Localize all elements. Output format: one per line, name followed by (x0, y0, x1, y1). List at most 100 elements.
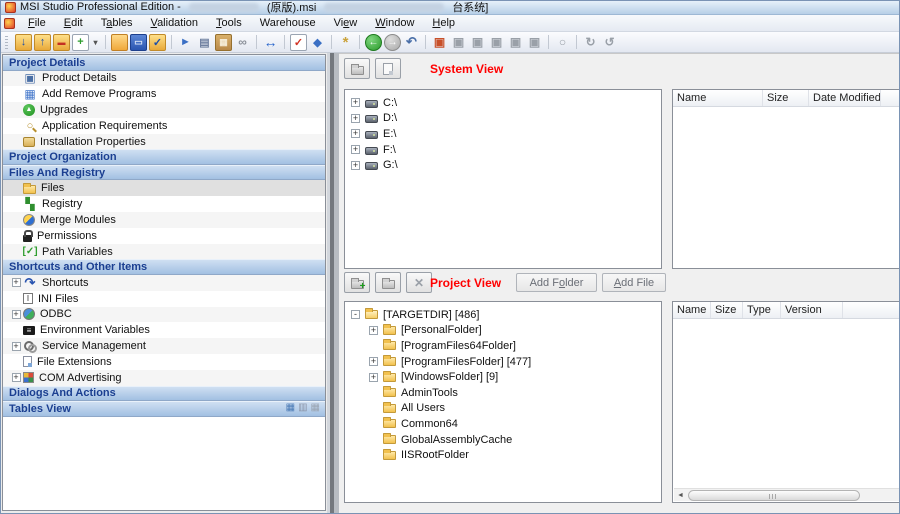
sidebar-item-add-remove-programs[interactable]: Add Remove Programs (3, 86, 325, 102)
section-files-and-registry[interactable]: Files And Registry (3, 165, 325, 181)
menu-item[interactable]: Warehouse (251, 16, 325, 30)
wizard-wand-icon[interactable]: * (337, 34, 354, 51)
reload-icon[interactable]: ↺ (601, 34, 618, 51)
expander-icon[interactable]: + (351, 114, 360, 123)
column-header[interactable]: Date Modified (809, 90, 881, 106)
menu-item[interactable]: Help (423, 16, 464, 30)
expander-icon[interactable]: - (351, 310, 360, 319)
section-project-organization[interactable]: Project Organization (3, 149, 325, 165)
expander-icon[interactable]: + (351, 98, 360, 107)
sidebar-item-path-variables[interactable]: Path Variables (3, 244, 325, 260)
search-icon[interactable]: ○ (554, 34, 571, 51)
tree-item-targetdir[interactable]: - [TARGETDIR] [486] (347, 307, 659, 323)
new-file-icon[interactable]: + (72, 34, 89, 51)
column-header[interactable]: Name (673, 90, 763, 106)
tree-item-personalfolder[interactable]: + [PersonalFolder] (347, 323, 659, 339)
new-folder-button[interactable] (344, 272, 370, 293)
tree-item-drive-c[interactable]: + C:\ (347, 95, 659, 111)
sidebar-item-application-requirements[interactable]: Application Requirements (3, 118, 325, 134)
menu-item[interactable]: Window (366, 16, 423, 30)
scrollbar-thumb[interactable] (688, 490, 860, 501)
deploy-red-icon[interactable]: ▣ (431, 34, 448, 51)
tree-item-all-users[interactable]: All Users (347, 401, 659, 417)
deploy-gray-3-icon[interactable]: ▣ (488, 34, 505, 51)
tree-item-programfiles64folder[interactable]: [ProgramFiles64Folder] (347, 338, 659, 354)
expander-icon[interactable]: + (351, 161, 360, 170)
tree-item-drive-e[interactable]: + E:\ (347, 126, 659, 142)
sidebar-item-registry[interactable]: Registry (3, 196, 325, 212)
menu-item[interactable]: Tables (92, 16, 142, 30)
menu-item[interactable]: Tools (207, 16, 251, 30)
open-project-icon[interactable] (111, 34, 128, 51)
build-icon[interactable]: ◆ (309, 34, 326, 51)
expander-icon[interactable]: + (369, 373, 378, 382)
delete-button[interactable] (406, 272, 432, 293)
menu-item[interactable]: File (19, 16, 55, 30)
column-header[interactable]: Size (711, 302, 743, 318)
sync-arrows-icon[interactable]: ↔ (262, 34, 279, 51)
add-file-button[interactable] (375, 58, 401, 79)
import-update-icon[interactable]: ✓ (149, 34, 166, 51)
tree-item-admintools[interactable]: AdminTools (347, 385, 659, 401)
expander-icon[interactable]: + (351, 129, 360, 138)
sidebar-item-com-advertising[interactable]: + COM Advertising (3, 370, 325, 386)
save-icon[interactable]: ▭ (130, 34, 147, 51)
open-package-icon[interactable]: ▬ (53, 34, 70, 51)
sidebar-item-product-details[interactable]: Product Details (3, 71, 325, 87)
move-file-icon[interactable]: ► (177, 34, 194, 51)
expander-icon[interactable]: + (12, 342, 21, 351)
back-icon[interactable]: ← (365, 34, 382, 51)
validate-icon[interactable]: ✓ (290, 34, 307, 51)
table-edit-icon[interactable]: ▦ (286, 403, 295, 413)
add-folder-button[interactable]: Add Folder (516, 273, 597, 292)
deploy-gray-4-icon[interactable]: ▣ (507, 34, 524, 51)
sidebar-item-upgrades[interactable]: Upgrades (3, 102, 325, 118)
column-header[interactable]: Name (673, 302, 711, 318)
expander-icon[interactable]: + (369, 326, 378, 335)
scroll-left-arrow[interactable]: ◄ (674, 489, 687, 501)
expander-icon[interactable]: + (12, 278, 21, 287)
sidebar-item-permissions[interactable]: Permissions (3, 228, 325, 244)
link-icon[interactable]: ∞ (234, 34, 251, 51)
expander-icon[interactable]: + (351, 145, 360, 154)
section-tables-view[interactable]: Tables View (3, 401, 325, 417)
sidebar-item-service-management[interactable]: + Service Management (3, 338, 325, 354)
column-header[interactable]: Type (743, 302, 781, 318)
tree-item-common64[interactable]: Common64 (347, 416, 659, 432)
sidebar-item-shortcuts[interactable]: + Shortcuts (3, 275, 325, 291)
section-dialogs-and-actions[interactable]: Dialogs And Actions (3, 386, 325, 402)
paste-icon[interactable]: ▦ (215, 34, 232, 51)
menu-item[interactable]: Edit (55, 16, 92, 30)
document-icon[interactable] (4, 18, 15, 29)
sidebar-item-file-extensions[interactable]: File Extensions (3, 354, 325, 370)
menu-item[interactable]: Validation (142, 16, 208, 30)
tree-item-iisrootfolder[interactable]: IISRootFolder (347, 447, 659, 463)
add-folder-button[interactable] (344, 58, 370, 79)
splitter[interactable] (327, 53, 339, 514)
section-shortcuts-other-items[interactable]: Shortcuts and Other Items (3, 259, 325, 275)
sidebar-item-installation-properties[interactable]: Installation Properties (3, 134, 325, 150)
add-file-button[interactable]: Add File (602, 273, 666, 292)
menu-item[interactable]: View (325, 16, 367, 30)
copy-icon[interactable]: ▤ (196, 34, 213, 51)
sidebar-item-files[interactable]: Files (3, 180, 325, 196)
sidebar-item-environment-variables[interactable]: Environment Variables (3, 322, 325, 338)
sidebar-item-odbc[interactable]: + ODBC (3, 307, 325, 323)
tree-item-programfilesfolder[interactable]: + [ProgramFilesFolder] [477] (347, 354, 659, 370)
tree-item-globalassemblycache[interactable]: GlobalAssemblyCache (347, 432, 659, 448)
column-header[interactable]: Version (781, 302, 843, 318)
refresh-icon[interactable]: ↻ (582, 34, 599, 51)
table-grid-icon[interactable]: ▦ (311, 403, 320, 413)
column-header[interactable]: Size (763, 90, 809, 106)
undo-icon[interactable]: ↶ (403, 34, 420, 51)
deploy-gray-2-icon[interactable]: ▣ (469, 34, 486, 51)
tree-item-drive-g[interactable]: + G:\ (347, 157, 659, 173)
tree-item-drive-f[interactable]: + F:\ (347, 142, 659, 158)
install-package-icon[interactable]: ↓ (15, 34, 32, 51)
extract-package-icon[interactable]: ↑ (34, 34, 51, 51)
tree-item-drive-d[interactable]: + D:\ (347, 111, 659, 127)
add-folder2-button[interactable] (375, 272, 401, 293)
deploy-gray-5-icon[interactable]: ▣ (526, 34, 543, 51)
tree-item-windowsfolder[interactable]: + [WindowsFolder] [9] (347, 369, 659, 385)
table-goto-icon[interactable]: ▥ (298, 403, 307, 413)
